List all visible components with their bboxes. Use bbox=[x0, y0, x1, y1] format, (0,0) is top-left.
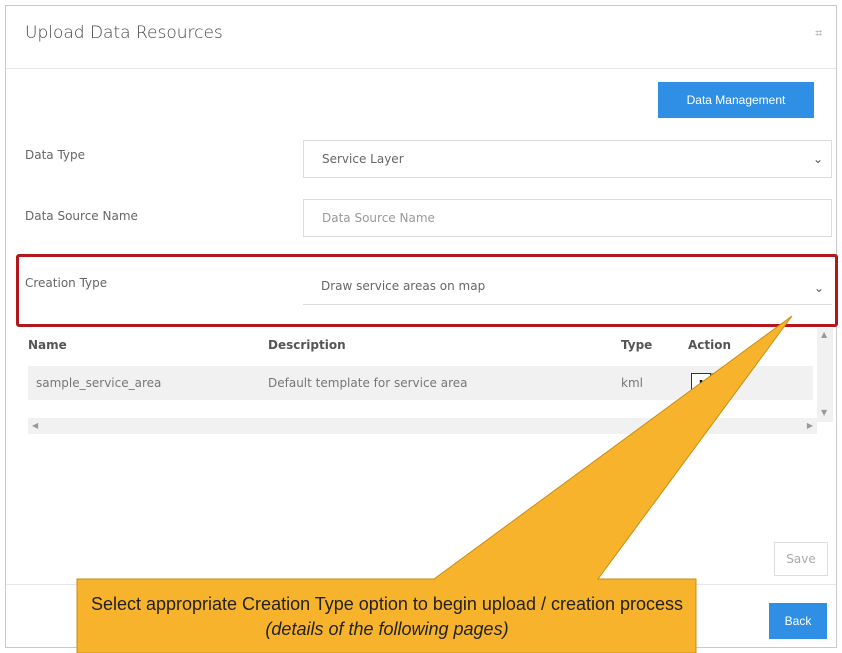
data-type-select[interactable]: Service Layer ⌄ bbox=[303, 140, 832, 178]
header-name: Name bbox=[28, 338, 67, 352]
delete-icon[interactable] bbox=[711, 373, 727, 395]
data-type-value: Service Layer bbox=[322, 152, 404, 166]
callout-main-text: Select appropriate Creation Type option … bbox=[90, 594, 684, 614]
dialog-title: Upload Data Resources bbox=[25, 23, 223, 43]
creation-type-highlight bbox=[16, 254, 838, 327]
scroll-right-icon[interactable]: ▶ bbox=[807, 421, 813, 430]
header-action: Action bbox=[688, 338, 732, 352]
callout-italic-text: (details of the following pages) bbox=[265, 619, 509, 639]
table-row: sample_service_area Default template for… bbox=[28, 366, 813, 400]
vertical-scrollbar[interactable]: ▲ ▼ bbox=[817, 328, 833, 422]
collapse-icon[interactable]: ⌗ bbox=[815, 26, 822, 41]
data-source-name-label: Data Source Name bbox=[25, 209, 138, 223]
data-source-name-input[interactable]: Data Source Name bbox=[303, 199, 832, 237]
header-type: Type bbox=[621, 338, 653, 352]
scroll-down-icon[interactable]: ▼ bbox=[821, 408, 827, 417]
template-table: Name Description Type Action sample_serv… bbox=[28, 328, 833, 440]
row-name: sample_service_area bbox=[36, 376, 162, 390]
row-description: Default template for service area bbox=[268, 376, 468, 390]
download-icon[interactable]: ⬇ bbox=[691, 373, 711, 395]
upload-dialog: Upload Data Resources ⌗ Data Management … bbox=[5, 5, 838, 648]
back-button[interactable]: Back bbox=[769, 603, 827, 639]
row-type: kml bbox=[621, 376, 643, 390]
header-description: Description bbox=[268, 338, 346, 352]
data-management-button[interactable]: Data Management bbox=[658, 82, 814, 118]
data-type-label: Data Type bbox=[25, 148, 86, 162]
save-button[interactable]: Save bbox=[774, 542, 828, 576]
scroll-up-icon[interactable]: ▲ bbox=[821, 330, 827, 339]
callout-text: Select appropriate Creation Type option … bbox=[77, 592, 697, 642]
title-divider bbox=[6, 68, 836, 69]
footer-divider bbox=[6, 584, 836, 585]
data-source-name-placeholder: Data Source Name bbox=[322, 211, 435, 225]
scroll-left-icon[interactable]: ◀ bbox=[32, 421, 38, 430]
horizontal-scrollbar[interactable]: ◀ ▶ bbox=[28, 418, 817, 434]
chevron-down-icon: ⌄ bbox=[812, 152, 823, 166]
